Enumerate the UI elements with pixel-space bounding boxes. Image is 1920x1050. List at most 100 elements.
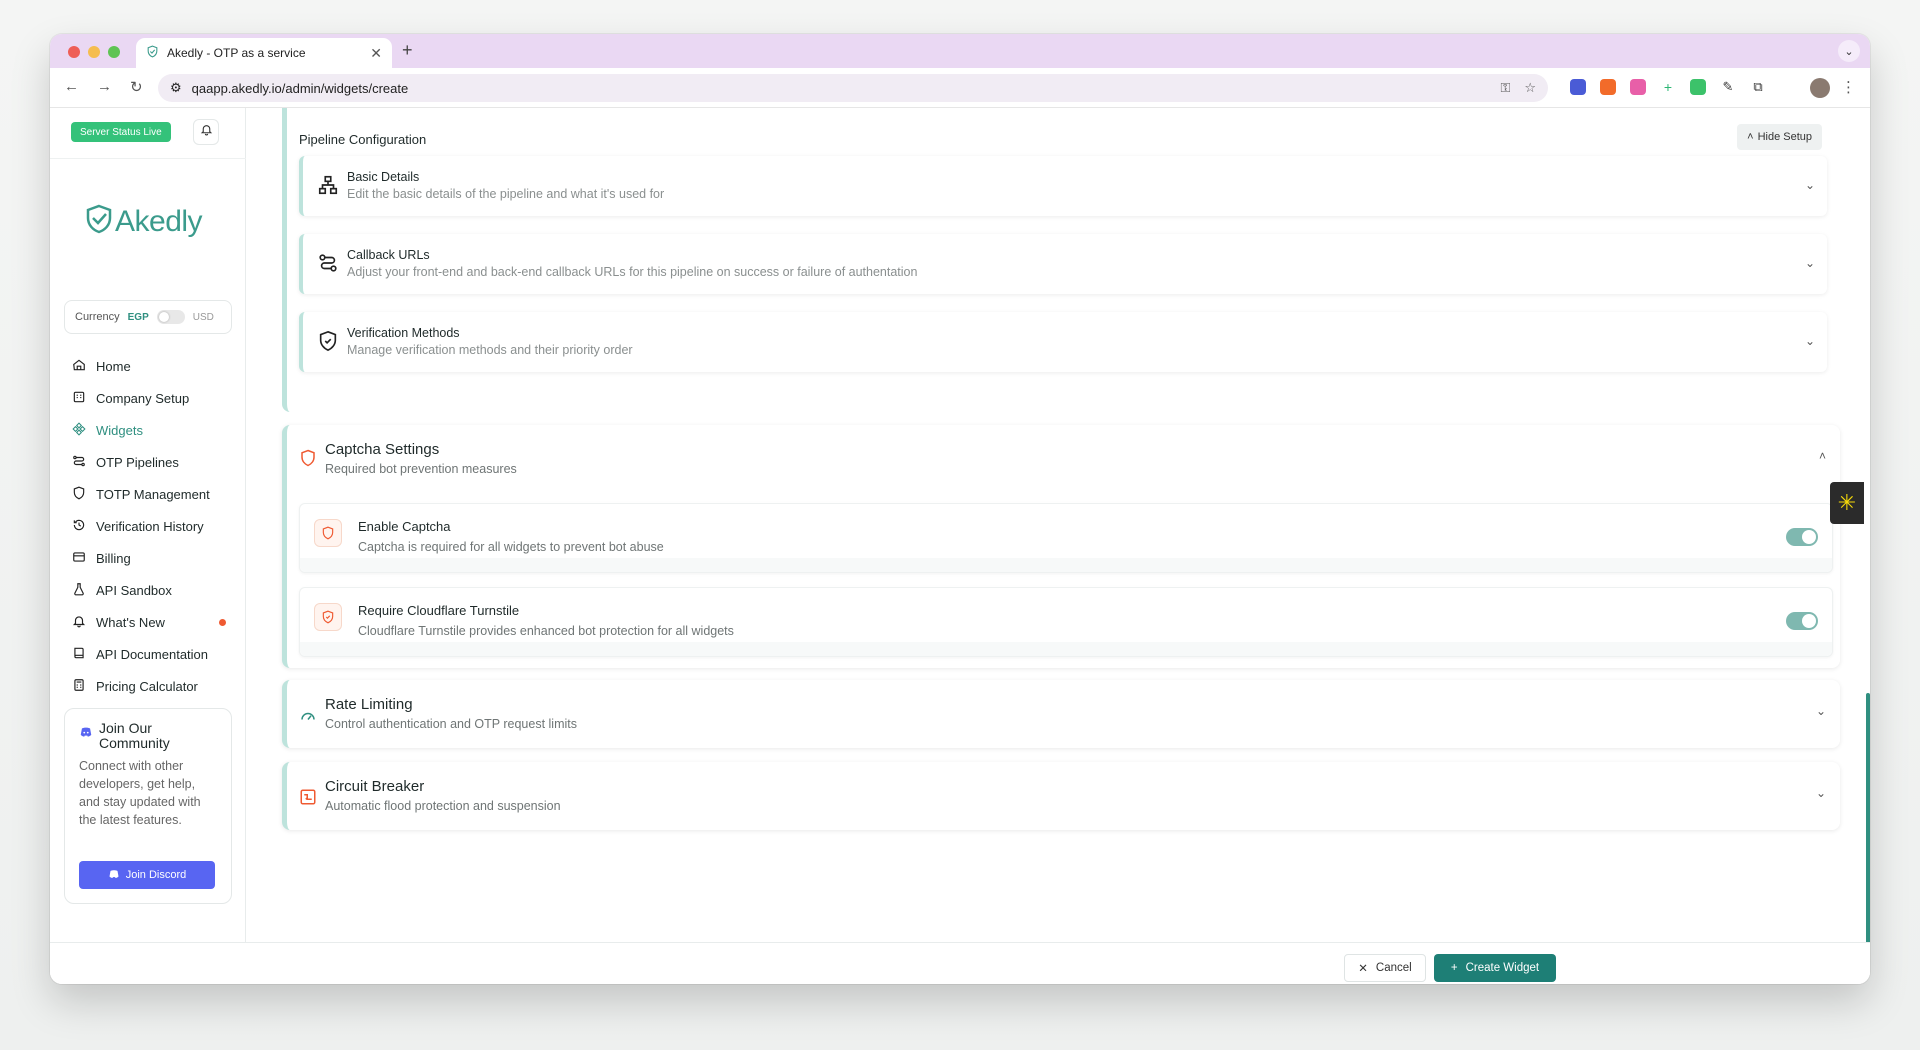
minimize-window-button[interactable] [88, 46, 100, 58]
url-input[interactable]: ⚙ qaapp.akedly.io/admin/widgets/create ⚿… [158, 74, 1548, 102]
section-desc: Control authentication and OTP request l… [325, 717, 577, 731]
star-icon[interactable]: ☆ [1524, 80, 1536, 96]
browser-tab[interactable]: Akedly - OTP as a service ✕ [136, 38, 392, 68]
close-window-button[interactable] [68, 46, 80, 58]
chevron-down-icon[interactable]: ⌄ [1816, 704, 1826, 718]
more-vertical-icon[interactable]: ⋮ [1841, 78, 1856, 96]
main-content: Pipeline Configuration ˄ Hide Setup Basi… [247, 108, 1870, 942]
sidebar-item-otp-pipelines[interactable]: OTP Pipelines [72, 446, 232, 478]
sidebar-item-label: API Sandbox [96, 582, 172, 598]
sitemap-icon [317, 174, 339, 196]
sidebar-item-api-documentation[interactable]: API Documentation [72, 638, 232, 670]
chevron-down-icon[interactable]: ⌄ [1838, 40, 1860, 62]
join-discord-label: Join Discord [125, 869, 187, 881]
plus-icon[interactable]: + [1660, 79, 1676, 95]
community-header: Join Our Community [79, 721, 217, 751]
extension-icon[interactable] [1570, 79, 1586, 95]
route-icon [317, 252, 339, 274]
nav-buttons: ← → ↻ [64, 78, 143, 96]
community-title: Join Our Community [99, 720, 170, 751]
avatar[interactable] [1810, 78, 1830, 98]
shield-check-icon [314, 603, 342, 631]
create-widget-button[interactable]: + Create Widget [1434, 954, 1556, 982]
sidebar-item-whats-new[interactable]: What's New [72, 606, 232, 638]
forward-arrow-icon[interactable]: → [97, 78, 112, 96]
cloudflare-turnstile-toggle[interactable] [1786, 612, 1818, 630]
back-arrow-icon[interactable]: ← [64, 78, 79, 96]
home-icon [72, 358, 86, 375]
join-discord-button[interactable]: Join Discord [79, 861, 215, 889]
section-desc: Required bot prevention measures [325, 462, 517, 476]
sidebar-item-label: Verification History [96, 518, 204, 534]
extension-icon[interactable] [1630, 79, 1646, 95]
widgets-icon [72, 421, 86, 439]
currency-label: Currency [75, 311, 120, 323]
discord-icon [79, 721, 93, 744]
circuit-breaker-section[interactable]: Circuit Breaker Automatic flood protecti… [282, 762, 1840, 830]
sidebar-item-pricing-calculator[interactable]: Pricing Calculator [72, 670, 232, 702]
hide-setup-button[interactable]: ˄ Hide Setup [1737, 124, 1822, 150]
sidebar-item-totp-management[interactable]: TOTP Management [72, 478, 232, 510]
key-icon[interactable]: ⚿ [1500, 80, 1510, 96]
sidebar-item-label: TOTP Management [96, 486, 210, 502]
create-widget-label: Create Widget [1465, 962, 1540, 974]
sidebar-item-home[interactable]: Home [72, 350, 232, 382]
sidebar-item-billing[interactable]: Billing [72, 542, 232, 574]
new-tab-icon[interactable]: + [402, 40, 413, 61]
puzzle-icon[interactable]: ⧉ [1750, 79, 1766, 95]
maximize-window-button[interactable] [108, 46, 120, 58]
tab-bar: Akedly - OTP as a service ✕ + ⌄ [50, 34, 1870, 68]
pipeline-icon [72, 454, 86, 471]
browser-window: Akedly - OTP as a service ✕ + ⌄ ← → ↻ ⚙ … [50, 34, 1870, 984]
divider [50, 158, 246, 159]
extension-icon[interactable] [1690, 79, 1706, 95]
currency-switch: Currency EGP USD [64, 300, 232, 334]
shield-icon [314, 519, 342, 547]
form-footer: ✕ Cancel + Create Widget [50, 942, 1870, 984]
basic-details-card[interactable]: Basic Details Edit the basic details of … [299, 156, 1827, 216]
scrollbar[interactable] [1866, 693, 1870, 942]
shield-icon [72, 486, 86, 503]
community-card: Join Our Community Connect with other de… [64, 708, 232, 904]
chevron-down-icon[interactable]: ⌄ [1805, 178, 1815, 192]
asterisk-icon[interactable]: ✳ [1830, 482, 1864, 524]
app: Server Status Live Akedly Currency EGP U… [50, 108, 1870, 984]
chevron-down-icon[interactable]: ⌄ [1805, 256, 1815, 270]
rate-limiting-section[interactable]: Rate Limiting Control authentication and… [282, 680, 1840, 748]
chevron-down-icon[interactable]: ⌄ [1805, 334, 1815, 348]
url-actions: ⚿ ☆ [1500, 80, 1536, 96]
cancel-button[interactable]: ✕ Cancel [1344, 954, 1426, 982]
reload-icon[interactable]: ↻ [130, 78, 143, 96]
chevron-up-icon[interactable]: ˄ [1819, 449, 1826, 463]
captcha-settings-section: Captcha Settings Required bot prevention… [282, 425, 1840, 668]
card-title: Basic Details [347, 170, 420, 184]
site-settings-icon[interactable]: ⚙ [170, 80, 182, 96]
currency-toggle[interactable] [156, 310, 185, 324]
pen-icon[interactable]: ✎ [1720, 79, 1736, 95]
sidebar-item-company-setup[interactable]: Company Setup [72, 382, 232, 414]
card-title: Callback URLs [347, 248, 430, 262]
card-icon [72, 550, 86, 567]
notifications-button[interactable] [193, 119, 219, 145]
card-desc: Edit the basic details of the pipeline a… [347, 187, 665, 201]
sidebar-item-api-sandbox[interactable]: API Sandbox [72, 574, 232, 606]
shield-check-icon [317, 330, 339, 352]
logo[interactable]: Akedly [85, 204, 203, 239]
enable-captcha-toggle[interactable] [1786, 528, 1818, 546]
sidebar-item-label: Company Setup [96, 390, 190, 406]
pipeline-title: Pipeline Configuration [299, 132, 427, 147]
chevron-down-icon[interactable]: ⌄ [1816, 786, 1826, 800]
sidebar-item-widgets[interactable]: Widgets [72, 414, 232, 446]
extension-icon[interactable] [1600, 79, 1616, 95]
logo-shield-icon [85, 204, 113, 239]
currency-egp: EGP [127, 311, 149, 323]
callback-urls-card[interactable]: Callback URLs Adjust your front-end and … [299, 234, 1827, 294]
card-desc: Adjust your front-end and back-end callb… [347, 265, 918, 279]
sidebar: Server Status Live Akedly Currency EGP U… [50, 108, 246, 942]
discord-icon [108, 868, 120, 883]
option-title: Require Cloudflare Turnstile [358, 603, 520, 618]
sidebar-item-verification-history[interactable]: Verification History [72, 510, 232, 542]
close-icon[interactable]: ✕ [370, 45, 382, 62]
card-desc: Manage verification methods and their pr… [347, 343, 633, 357]
verification-methods-card[interactable]: Verification Methods Manage verification… [299, 312, 1827, 372]
